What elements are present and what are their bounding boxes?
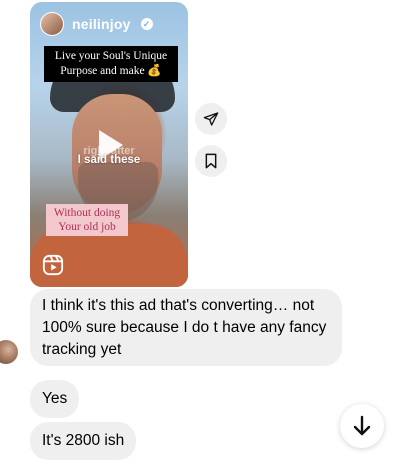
shared-reel-card[interactable]: neilinjoy ✓ Live your Soul's Unique Purp…: [30, 2, 188, 287]
reel-header[interactable]: neilinjoy ✓: [40, 12, 153, 36]
verified-badge-icon: ✓: [140, 18, 153, 30]
sender-avatar[interactable]: [0, 340, 18, 364]
paper-plane-icon: [203, 112, 219, 126]
message-bubble[interactable]: Yes: [30, 380, 80, 418]
reel-pink-caption-line-2: Your old job: [58, 221, 116, 233]
scroll-to-bottom-button[interactable]: [340, 404, 384, 448]
dm-thread: neilinjoy ✓ Live your Soul's Unique Purp…: [0, 0, 400, 466]
arrow-down-icon: [353, 415, 371, 436]
reel-overlay-text: I said these: [77, 154, 141, 166]
save-button[interactable]: [195, 145, 227, 177]
reel-caption-line-1: Live your Soul's Unique: [54, 50, 168, 62]
reel-author-avatar[interactable]: [40, 12, 64, 36]
reel-caption-line-2: Purpose and make 💰: [60, 65, 162, 77]
reel-pink-caption-line-1: Without doing: [53, 207, 121, 219]
bookmark-icon: [205, 153, 217, 169]
reels-icon: [42, 254, 64, 276]
reel-caption: Live your Soul's Unique Purpose and make…: [44, 46, 178, 82]
share-button[interactable]: [195, 103, 227, 135]
message-bubble[interactable]: It's 2800 ish: [30, 422, 137, 460]
reel-author-username[interactable]: neilinjoy: [72, 16, 131, 32]
message-bubble[interactable]: I think it's this ad that's converting… …: [30, 289, 342, 366]
reel-pink-caption: Without doing Your old job: [46, 204, 128, 236]
